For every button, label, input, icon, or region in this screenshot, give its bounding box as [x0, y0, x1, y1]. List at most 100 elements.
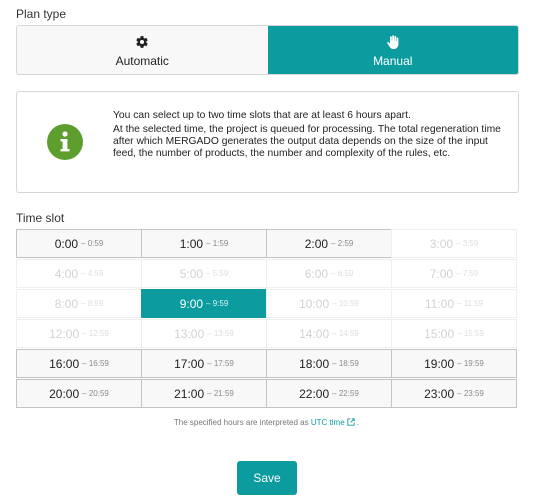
time-slot-15-00: 15:00– 15:59 — [391, 319, 517, 348]
slot-start: 2:00 — [304, 236, 329, 251]
slot-end: – 10:59 — [332, 299, 359, 308]
time-slot-2-00[interactable]: 2:00– 2:59 — [266, 229, 392, 258]
external-link-icon — [347, 418, 355, 426]
slot-start: 7:00 — [429, 266, 454, 281]
time-slot-18-00[interactable]: 18:00– 18:59 — [266, 349, 392, 378]
gear-icon — [135, 33, 149, 51]
time-slot-11-00: 11:00– 11:59 — [391, 289, 517, 318]
info-line-2: At the selected time, the project is que… — [113, 124, 501, 159]
plan-manual-option[interactable]: Manual — [267, 26, 518, 74]
slot-end: – 5:59 — [206, 269, 229, 278]
slot-start: 6:00 — [304, 266, 329, 281]
slot-start: 20:00 — [49, 386, 80, 401]
time-slot-grid: 0:00– 0:59 1:00– 1:59 2:00– 2:59 3:00– 3:59… — [16, 229, 519, 409]
plan-manual-label: Manual — [373, 53, 413, 68]
time-slot-13-00: 13:00– 13:59 — [141, 319, 267, 348]
slot-end: – 17:59 — [207, 359, 234, 368]
slot-start: 0:00 — [54, 236, 79, 251]
info-line-1: You can select up to two time slots that… — [113, 110, 411, 121]
slot-end: – 18:59 — [332, 359, 359, 368]
time-slot-19-00[interactable]: 19:00– 19:59 — [391, 349, 517, 378]
info-text: You can select up to two time slots that… — [113, 110, 503, 162]
time-slot-21-00[interactable]: 21:00– 21:59 — [141, 379, 267, 408]
time-slot-20-00[interactable]: 20:00– 20:59 — [16, 379, 142, 408]
slot-end: – 3:59 — [456, 239, 479, 248]
time-slot-row: 0:00– 0:59 1:00– 1:59 2:00– 2:59 3:00– 3:59 — [16, 229, 519, 258]
hand-icon — [386, 33, 399, 51]
slot-start: 21:00 — [174, 386, 205, 401]
slot-start: 15:00 — [424, 326, 455, 341]
slot-end: – 20:59 — [82, 389, 109, 398]
time-slot-row: 12:00– 12:59 13:00– 13:59 14:00– 14:59 15:0… — [16, 319, 519, 348]
time-slot-8-00: 8:00– 8:59 — [16, 289, 142, 318]
slot-end: – 16:59 — [82, 359, 109, 368]
slot-start: 22:00 — [299, 386, 330, 401]
slot-end: – 23:59 — [457, 389, 484, 398]
time-slot-row: 20:00– 20:59 21:00– 21:59 22:00– 22:59 23:0… — [16, 379, 519, 408]
slot-end: – 22:59 — [332, 389, 359, 398]
slot-end: – 15:59 — [457, 329, 484, 338]
timezone-note-prefix: The specified hours are interpreted as — [173, 418, 309, 427]
time-slot-9-00[interactable]: 9:00– 9:59 — [141, 289, 267, 318]
time-slot-4-00: 4:00– 4:59 — [16, 259, 142, 288]
slot-end: – 1:59 — [206, 239, 229, 248]
plan-type-toggle: Automatic Manual — [16, 25, 519, 75]
slot-end: – 6:59 — [331, 269, 354, 278]
slot-end: – 9:59 — [206, 299, 229, 308]
time-slot-5-00: 5:00– 5:59 — [141, 259, 267, 288]
slot-start: 8:00 — [54, 296, 79, 311]
slot-start: 9:00 — [179, 296, 204, 311]
utc-time-link-text: UTC time — [310, 418, 345, 427]
slot-end: – 11:59 — [457, 299, 484, 308]
save-button[interactable]: Save — [237, 461, 297, 495]
slot-end: – 14:59 — [332, 329, 359, 338]
slot-start: 14:00 — [299, 326, 330, 341]
time-slot-label: Time slot — [16, 211, 65, 225]
time-slot-1-00[interactable]: 1:00– 1:59 — [141, 229, 267, 258]
slot-end: – 19:59 — [457, 359, 484, 368]
slot-start: 18:00 — [299, 356, 330, 371]
utc-time-link[interactable]: UTC time — [311, 418, 355, 427]
slot-end: – 2:59 — [331, 239, 354, 248]
slot-end: – 4:59 — [81, 269, 104, 278]
slot-start: 13:00 — [174, 326, 205, 341]
slot-start: 5:00 — [179, 266, 204, 281]
time-slot-7-00: 7:00– 7:59 — [391, 259, 517, 288]
slot-end: – 7:59 — [456, 269, 479, 278]
time-slot-14-00: 14:00– 14:59 — [266, 319, 392, 348]
plan-automatic-label: Automatic — [115, 53, 169, 68]
timezone-note-suffix: . — [356, 418, 360, 427]
slot-start: 23:00 — [424, 386, 455, 401]
time-slot-6-00: 6:00– 6:59 — [266, 259, 392, 288]
time-slot-10-00: 10:00– 10:59 — [266, 289, 392, 318]
info-box: You can select up to two time slots that… — [16, 91, 519, 193]
slot-start: 19:00 — [424, 356, 455, 371]
time-slot-row: 16:00– 16:59 17:00– 17:59 18:00– 18:59 19:0… — [16, 349, 519, 378]
time-slot-12-00: 12:00– 12:59 — [16, 319, 142, 348]
slot-start: 1:00 — [179, 236, 204, 251]
slot-end: – 13:59 — [207, 329, 234, 338]
plan-type-label: Plan type — [16, 7, 67, 21]
slot-start: 12:00 — [49, 326, 80, 341]
slot-start: 16:00 — [49, 356, 80, 371]
slot-end: – 0:59 — [81, 239, 104, 248]
time-slot-row: 4:00– 4:59 5:00– 5:59 6:00– 6:59 7:00– 7:59 — [16, 259, 519, 288]
slot-end: – 21:59 — [207, 389, 234, 398]
slot-start: 17:00 — [174, 356, 205, 371]
plan-automatic-option[interactable]: Automatic — [17, 26, 268, 74]
slot-start: 10:00 — [299, 296, 330, 311]
time-slot-22-00[interactable]: 22:00– 22:59 — [266, 379, 392, 408]
slot-start: 4:00 — [54, 266, 79, 281]
time-slot-row: 8:00– 8:59 9:00– 9:59 10:00– 10:59 11:00– 1… — [16, 289, 519, 318]
slot-start: 3:00 — [429, 236, 454, 251]
time-slot-23-00[interactable]: 23:00– 23:59 — [391, 379, 517, 408]
time-slot-3-00: 3:00– 3:59 — [391, 229, 517, 258]
slot-start: 11:00 — [424, 296, 455, 311]
timezone-note: The specified hours are interpreted as U… — [0, 418, 533, 427]
slot-end: – 8:59 — [81, 299, 104, 308]
time-slot-0-00[interactable]: 0:00– 0:59 — [16, 229, 142, 258]
time-slot-16-00[interactable]: 16:00– 16:59 — [16, 349, 142, 378]
slot-end: – 12:59 — [82, 329, 109, 338]
time-slot-17-00[interactable]: 17:00– 17:59 — [141, 349, 267, 378]
info-icon — [47, 124, 83, 160]
